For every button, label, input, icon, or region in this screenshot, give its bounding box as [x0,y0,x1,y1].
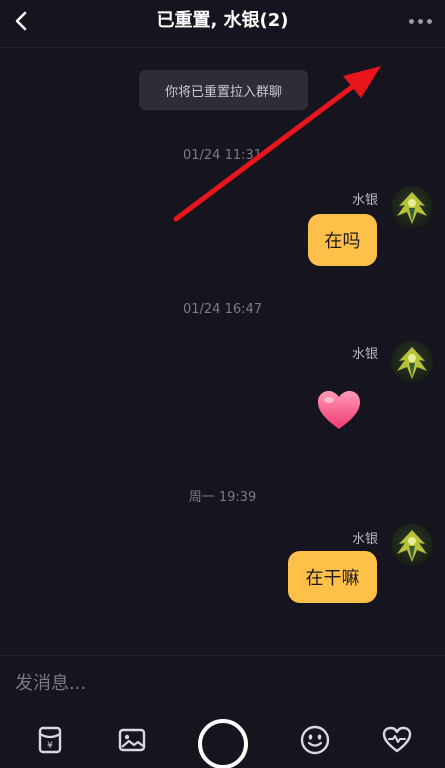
avatar-image [397,530,427,562]
chat-title: 已重置, 水银(2) [156,10,289,31]
more-dot-icon [417,18,423,24]
message-input[interactable] [13,668,413,698]
emoji-icon [300,725,330,755]
avatar-image [397,347,427,379]
image-button[interactable] [114,722,150,758]
camera-shutter-button[interactable] [198,719,248,768]
avatar[interactable] [391,341,433,383]
system-notice: 你将已重置拉入群聊 [139,70,308,110]
svg-text:¥: ¥ [47,741,53,751]
avatar[interactable] [391,524,433,566]
red-packet-button[interactable]: ¥ [32,722,68,758]
message-bubble[interactable]: 在干嘛 [288,551,377,603]
emoji-button[interactable] [297,722,333,758]
avatar[interactable] [391,186,433,228]
message-timestamp: 周一 19:39 [188,490,257,505]
gift-button[interactable] [379,722,415,758]
header-bar: 已重置, 水银(2) [0,0,445,48]
sender-name: 水银 [351,193,378,208]
avatar-image [397,192,427,224]
more-options-button[interactable] [403,10,437,32]
message-input-bar [0,655,445,711]
message-bubble[interactable]: 在吗 [308,214,377,266]
message-timestamp: 01/24 11:31 [182,148,263,163]
more-dot-icon [426,18,432,24]
more-dot-icon [408,18,414,24]
heart-gift-icon [382,726,412,753]
annotation-arrow-icon [173,66,381,222]
sender-name: 水银 [351,532,378,547]
message-timestamp: 01/24 16:47 [182,302,263,317]
red-packet-icon: ¥ [38,726,62,754]
chat-screen: 已重置, 水银(2) 你将已重置拉入群聊 01/24 11:31 水银 在吗 0… [0,0,445,768]
sender-name: 水银 [351,347,378,362]
image-icon [118,728,146,752]
heart-sticker-icon[interactable] [316,388,362,434]
